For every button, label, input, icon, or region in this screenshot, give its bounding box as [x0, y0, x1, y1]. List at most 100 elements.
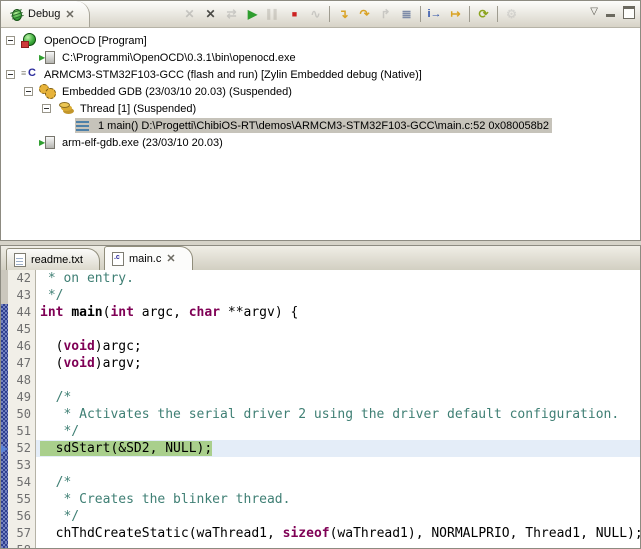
- range-indicator[interactable]: [1, 423, 8, 440]
- debug-tree-row[interactable]: arm-elf-gdb.exe (23/03/10 20.03): [2, 134, 639, 151]
- range-indicator[interactable]: [1, 457, 8, 474]
- code-line[interactable]: 54 /*: [1, 474, 640, 491]
- debug-tree-row[interactable]: Embedded GDB (23/03/10 20.03) (Suspended…: [2, 83, 639, 100]
- range-indicator[interactable]: [1, 304, 8, 321]
- tree-expander-icon[interactable]: [24, 87, 33, 96]
- code-line-text[interactable]: [36, 321, 640, 338]
- code-line[interactable]: 50 * Activates the serial driver 2 using…: [1, 406, 640, 423]
- editor-tab-main-c[interactable]: main.c✕: [104, 246, 193, 270]
- minimize-icon[interactable]: [606, 11, 615, 17]
- code-line-text[interactable]: */: [36, 287, 640, 304]
- code-line-text[interactable]: */: [36, 508, 640, 525]
- range-indicator[interactable]: [1, 474, 8, 491]
- code-line-text[interactable]: /*: [36, 389, 640, 406]
- debug-view-panel: Debug ✕ ✕✕⇄▶▌▌■∿↴↷↱≣i→↦⟳⚙ ▽ OpenOCD [Pro…: [0, 0, 641, 241]
- code-line-text[interactable]: [36, 372, 640, 389]
- tree-item-label: ARMCM3-STM32F103-GCC (flash and run) [Zy…: [41, 68, 425, 82]
- code-line[interactable]: 43 */: [1, 287, 640, 304]
- debug-tree-row[interactable]: C:\Programmi\OpenOCD\0.3.1\bin\openocd.e…: [2, 49, 639, 66]
- tree-item[interactable]: 1 main() D:\Progetti\ChibiOS-RT\demos\AR…: [75, 118, 552, 133]
- debug-tree-row[interactable]: 1 main() D:\Progetti\ChibiOS-RT\demos\AR…: [2, 117, 639, 134]
- code-line-text[interactable]: * Activates the serial driver 2 using th…: [36, 406, 640, 423]
- refresh-icon[interactable]: ⟳: [473, 4, 494, 24]
- tree-item[interactable]: Embedded GDB (23/03/10 20.03) (Suspended…: [39, 84, 295, 99]
- line-number: 47: [8, 355, 36, 372]
- step-into-icon[interactable]: ↴: [333, 4, 354, 24]
- annotation-ruler[interactable]: [1, 287, 8, 304]
- code-line-text[interactable]: * on entry.: [36, 270, 640, 287]
- line-number: 57: [8, 525, 36, 542]
- editor-tab-readme-txt[interactable]: readme.txt: [6, 248, 100, 270]
- tree-item[interactable]: arm-elf-gdb.exe (23/03/10 20.03): [39, 135, 226, 150]
- debug-view-tab[interactable]: Debug ✕: [1, 1, 90, 27]
- instruction-stepping-icon[interactable]: i→: [424, 4, 445, 24]
- toolbar-separator: [420, 6, 421, 22]
- debug-tree-row[interactable]: OpenOCD [Program]: [2, 32, 639, 49]
- code-line-text[interactable]: /*: [36, 474, 640, 491]
- range-indicator[interactable]: [1, 338, 8, 355]
- range-indicator[interactable]: [1, 355, 8, 372]
- debug-launch-tree: OpenOCD [Program] C:\Programmi\OpenOCD\0.…: [2, 28, 639, 239]
- range-indicator[interactable]: [1, 508, 8, 525]
- terminate-and-relaunch-icon[interactable]: ✕: [200, 4, 221, 24]
- resume-icon[interactable]: ▶: [242, 4, 263, 24]
- code-line[interactable]: 42 * on entry.: [1, 270, 640, 287]
- step-over-icon[interactable]: ↷: [354, 4, 375, 24]
- tree-item[interactable]: ARMCM3-STM32F103-GCC (flash and run) [Zy…: [21, 67, 425, 82]
- code-line[interactable]: 45: [1, 321, 640, 338]
- code-line[interactable]: 48: [1, 372, 640, 389]
- code-line[interactable]: 46 (void)argc;: [1, 338, 640, 355]
- code-line-text[interactable]: sdStart(&SD2, NULL);: [36, 440, 640, 457]
- range-indicator[interactable]: [1, 372, 8, 389]
- debug-view-close-icon[interactable]: ✕: [65, 8, 74, 21]
- code-line-text[interactable]: * Creates the blinker thread.: [36, 491, 640, 508]
- tree-expander-icon[interactable]: [6, 36, 15, 45]
- tree-item[interactable]: Thread [1] (Suspended): [57, 101, 199, 116]
- code-line[interactable]: 56 */: [1, 508, 640, 525]
- debug-tree-row[interactable]: Thread [1] (Suspended): [2, 100, 639, 117]
- code-line[interactable]: 47 (void)argv;: [1, 355, 640, 372]
- tree-item[interactable]: C:\Programmi\OpenOCD\0.3.1\bin\openocd.e…: [39, 50, 299, 65]
- code-line-text[interactable]: chThdCreateStatic(waThread1, sizeof(waTh…: [36, 525, 640, 542]
- annotation-ruler[interactable]: [1, 270, 8, 287]
- range-indicator[interactable]: [1, 542, 8, 548]
- instruction-pointer-icon: [1, 445, 8, 453]
- line-number: 55: [8, 491, 36, 508]
- code-line[interactable]: 44int main(int argc, char **argv) {: [1, 304, 640, 321]
- tree-expander-icon[interactable]: [6, 70, 15, 79]
- toolbar-separator: [497, 6, 498, 22]
- code-line[interactable]: 57 chThdCreateStatic(waThread1, sizeof(w…: [1, 525, 640, 542]
- code-line[interactable]: 51 */: [1, 423, 640, 440]
- code-editor[interactable]: 42 * on entry.43 */44int main(int argc, …: [1, 270, 640, 548]
- range-indicator[interactable]: [1, 321, 8, 338]
- code-line[interactable]: 55 * Creates the blinker thread.: [1, 491, 640, 508]
- tree-item[interactable]: OpenOCD [Program]: [21, 33, 150, 48]
- range-indicator[interactable]: [1, 389, 8, 406]
- code-line[interactable]: 49 /*: [1, 389, 640, 406]
- range-indicator[interactable]: [1, 491, 8, 508]
- code-line-text[interactable]: [36, 542, 640, 548]
- code-line[interactable]: 53: [1, 457, 640, 474]
- range-indicator[interactable]: [1, 525, 8, 542]
- drop-to-frame-icon[interactable]: ≣: [396, 4, 417, 24]
- use-step-filters-icon[interactable]: ↦: [445, 4, 466, 24]
- code-line-text[interactable]: (void)argc;: [36, 338, 640, 355]
- maximize-icon[interactable]: [623, 6, 635, 19]
- code-line[interactable]: 58: [1, 542, 640, 548]
- toolbar-separator: [469, 6, 470, 22]
- code-line-text[interactable]: int main(int argc, char **argv) {: [36, 304, 640, 321]
- code-line-text[interactable]: */: [36, 423, 640, 440]
- code-line-text[interactable]: (void)argv;: [36, 355, 640, 372]
- code-line-text[interactable]: [36, 457, 640, 474]
- step-return-icon: ↱: [375, 4, 396, 24]
- debug-tree-row[interactable]: ARMCM3-STM32F103-GCC (flash and run) [Zy…: [2, 66, 639, 83]
- code-line[interactable]: 52 sdStart(&SD2, NULL);: [1, 440, 640, 457]
- restart-icon: ⇄: [221, 4, 242, 24]
- editor-tab-close-icon[interactable]: ✕: [166, 252, 175, 265]
- view-menu-icon[interactable]: ▽: [590, 5, 598, 19]
- text-file-icon: [14, 253, 26, 267]
- process-icon: [39, 135, 56, 150]
- tree-expander-icon[interactable]: [42, 104, 51, 113]
- range-indicator[interactable]: [1, 406, 8, 423]
- terminate-icon[interactable]: ■: [284, 4, 305, 24]
